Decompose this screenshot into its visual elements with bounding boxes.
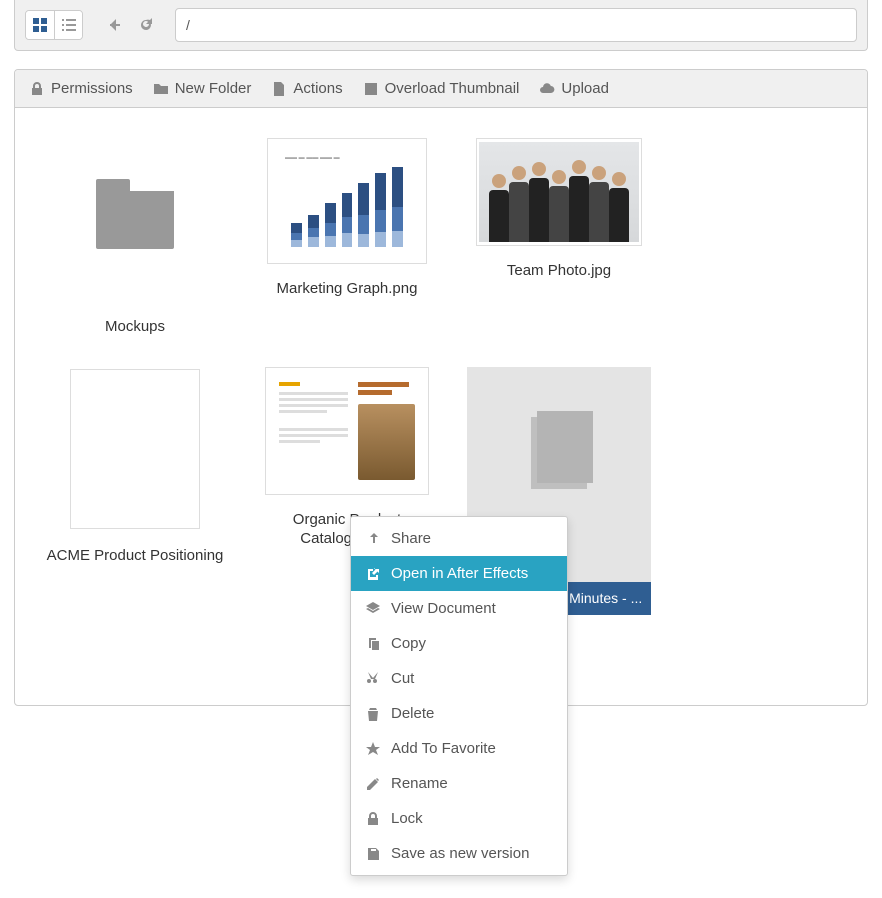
folder-plus-icon	[153, 81, 169, 97]
scissors-icon	[365, 671, 381, 687]
save-version-icon	[365, 846, 381, 862]
share-icon	[365, 531, 381, 547]
list-view-button[interactable]	[54, 11, 82, 39]
copy-icon	[365, 636, 381, 652]
trash-icon	[365, 706, 381, 722]
folder-thumbnail	[53, 138, 217, 302]
back-button[interactable]	[101, 12, 127, 38]
ctx-delete-label: Delete	[391, 705, 434, 722]
ctx-rename[interactable]: Rename	[351, 766, 567, 801]
file-label: Mockups	[105, 318, 165, 337]
actions-action[interactable]: Actions	[271, 80, 342, 97]
upload-action[interactable]: Upload	[539, 80, 609, 97]
photo-preview	[479, 142, 639, 242]
ctx-rename-label: Rename	[391, 775, 448, 792]
ctx-lock[interactable]: Lock	[351, 801, 567, 836]
star-icon	[365, 741, 381, 757]
folder-icon	[96, 191, 174, 249]
image-thumbnail	[476, 138, 642, 246]
ctx-share-label: Share	[391, 530, 431, 547]
file-item-image[interactable]: ▬▬ ▬ ▬▬ ▬▬ ▬ Marketing Graph.png	[241, 138, 453, 337]
refresh-button[interactable]	[133, 12, 159, 38]
new-folder-action[interactable]: New Folder	[153, 80, 252, 97]
document-thumbnail	[53, 367, 217, 531]
ctx-view-document[interactable]: View Document	[351, 591, 567, 626]
overload-thumbnail-label: Overload Thumbnail	[385, 80, 520, 97]
ctx-view-label: View Document	[391, 600, 496, 617]
new-folder-label: New Folder	[175, 80, 252, 97]
ctx-delete[interactable]: Delete	[351, 696, 567, 731]
file-label: Marketing Graph.png	[277, 280, 418, 299]
file-label: Team Photo.jpg	[507, 262, 611, 281]
refresh-icon	[138, 17, 154, 33]
pdf-thumbnail	[265, 367, 429, 495]
ctx-save-version[interactable]: Save as new version	[351, 836, 567, 871]
permissions-label: Permissions	[51, 80, 133, 97]
file-item-document[interactable]: ACME Product Positioning	[29, 367, 241, 615]
arrow-left-icon	[106, 17, 122, 33]
ctx-open-after-effects[interactable]: Open in After Effects	[351, 556, 567, 591]
cloud-upload-icon	[539, 81, 555, 97]
document-gear-icon	[271, 81, 287, 97]
ctx-cut-label: Cut	[391, 670, 414, 687]
open-external-icon	[365, 566, 381, 582]
ctx-copy-label: Copy	[391, 635, 426, 652]
catalogue-preview	[269, 372, 425, 490]
ctx-favorite-label: Add To Favorite	[391, 740, 496, 757]
view-toggle	[25, 10, 83, 40]
lock-icon	[365, 811, 381, 827]
ctx-open-ae-label: Open in After Effects	[391, 565, 528, 582]
document-stack-icon	[531, 417, 587, 489]
layers-icon	[365, 601, 381, 617]
chart-preview: ▬▬ ▬ ▬▬ ▬▬ ▬	[277, 147, 417, 255]
ctx-save-version-label: Save as new version	[391, 845, 529, 862]
address-toolbar	[14, 0, 868, 51]
blank-document-icon	[70, 369, 200, 529]
path-input[interactable]	[175, 8, 857, 42]
image-arrow-icon	[363, 81, 379, 97]
list-icon	[61, 17, 77, 33]
upload-label: Upload	[561, 80, 609, 97]
context-menu: Share Open in After Effects View Documen…	[350, 516, 568, 876]
ctx-lock-label: Lock	[391, 810, 423, 827]
overload-thumbnail-action[interactable]: Overload Thumbnail	[363, 80, 520, 97]
action-bar: Permissions New Folder Actions Overload …	[15, 70, 867, 108]
grid-icon	[32, 17, 48, 33]
grid-view-button[interactable]	[26, 11, 54, 39]
ctx-share[interactable]: Share	[351, 521, 567, 556]
lock-icon	[29, 81, 45, 97]
permissions-action[interactable]: Permissions	[29, 80, 133, 97]
ctx-copy[interactable]: Copy	[351, 626, 567, 661]
file-item-folder[interactable]: Mockups	[29, 138, 241, 337]
ctx-add-favorite[interactable]: Add To Favorite	[351, 731, 567, 766]
file-item-image[interactable]: Team Photo.jpg	[453, 138, 665, 337]
image-thumbnail: ▬▬ ▬ ▬▬ ▬▬ ▬	[267, 138, 427, 264]
actions-label: Actions	[293, 80, 342, 97]
file-label: ACME Product Positioning	[47, 547, 224, 566]
ctx-cut[interactable]: Cut	[351, 661, 567, 696]
pencil-icon	[365, 776, 381, 792]
